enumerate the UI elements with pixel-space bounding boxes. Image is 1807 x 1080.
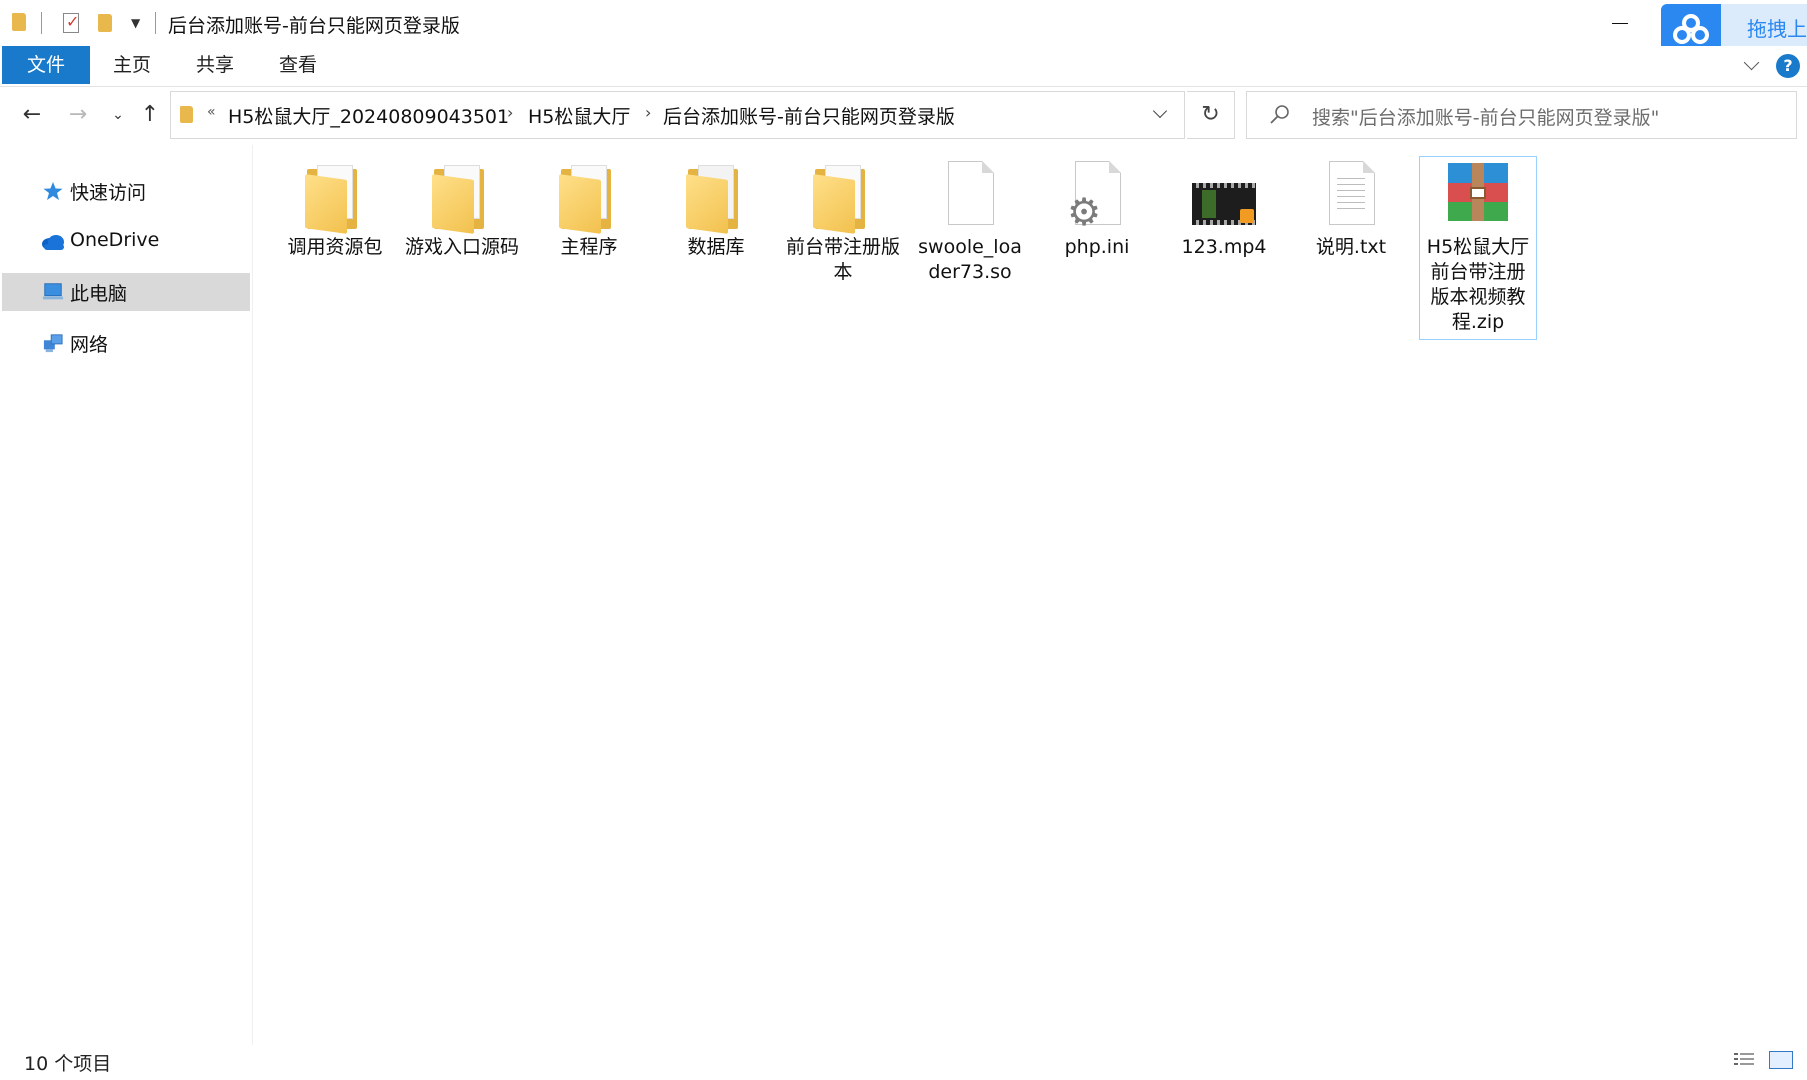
breadcrumb-overflow[interactable]: «: [207, 104, 216, 120]
file-item-zip[interactable]: H5松鼠大厅前台带注册版本视频教程.zip: [1419, 156, 1537, 340]
file-name: H5松鼠大厅前台带注册版本视频教程.zip: [1426, 236, 1530, 333]
folder-icon: [684, 161, 748, 234]
baidu-cloud-icon: [1673, 14, 1709, 44]
toolbar-divider: [155, 12, 156, 34]
file-item-folder[interactable]: 前台带注册版本: [784, 157, 902, 285]
toolbar-divider: [41, 12, 42, 34]
folder-icon: [180, 106, 193, 123]
window-title: 后台添加账号-前台只能网页登录版: [168, 15, 460, 37]
tab-file[interactable]: 文件: [2, 46, 90, 84]
forward-arrow-icon[interactable]: →: [62, 99, 94, 131]
file-list: 调用资源包 游戏入口源码 主程序 数据库 前台带注册版本 swoole_load…: [253, 145, 1807, 1045]
navigation-pane: 快速访问 OneDrive 此电脑 网络: [0, 145, 253, 1045]
file-name: 主程序: [560, 236, 618, 258]
folder-icon: [557, 161, 621, 234]
video-file-icon: [1192, 161, 1256, 233]
status-bar: 10 个项目: [0, 1045, 1807, 1080]
file-item-folder[interactable]: 主程序: [530, 157, 648, 260]
file-name: 123.mp4: [1181, 236, 1267, 258]
star-icon: [43, 182, 63, 200]
config-file-gear-icon: ⚙: [1065, 161, 1129, 233]
sidebar-item-label: 快速访问: [70, 182, 147, 204]
refresh-icon[interactable]: ↻: [1187, 91, 1235, 139]
sidebar-item-quick-access[interactable]: 快速访问: [2, 172, 250, 210]
network-icon: [43, 334, 63, 353]
back-arrow-icon[interactable]: ←: [16, 99, 48, 131]
navigation-bar: ← → ⌄ ↑ « H5松鼠大厅_20240809043501 › H5松鼠大厅…: [0, 87, 1807, 145]
minimize-button[interactable]: [1605, 10, 1635, 36]
file-name: 游戏入口源码: [405, 236, 520, 258]
breadcrumb-item[interactable]: H5松鼠大厅_20240809043501: [228, 102, 509, 129]
search-input[interactable]: 搜索"后台添加账号-前台只能网页登录版": [1246, 91, 1797, 139]
address-bar[interactable]: « H5松鼠大厅_20240809043501 › H5松鼠大厅 › 后台添加账…: [170, 91, 1185, 139]
cloud-icon: [42, 235, 64, 250]
archive-file-icon: [1446, 161, 1510, 233]
expand-ribbon-chevron-icon[interactable]: [1740, 54, 1764, 76]
breadcrumb-item[interactable]: 后台添加账号-前台只能网页登录版: [663, 102, 955, 129]
folder-icon: [811, 161, 875, 234]
new-folder-icon[interactable]: [98, 14, 112, 32]
sidebar-item-onedrive[interactable]: OneDrive: [2, 223, 250, 261]
folder-icon: [303, 161, 367, 234]
blank-file-icon: [938, 161, 1002, 233]
details-view-icon[interactable]: [1733, 1051, 1755, 1069]
computer-icon: [42, 283, 64, 300]
file-name: 前台带注册版本: [786, 236, 901, 283]
address-history-dropdown-icon[interactable]: [1149, 104, 1173, 128]
file-item-txt[interactable]: 说明.txt: [1292, 157, 1410, 260]
file-name: 数据库: [687, 236, 745, 258]
help-icon[interactable]: ?: [1776, 54, 1800, 78]
folder-icon: [430, 161, 494, 234]
sidebar-item-label: 此电脑: [70, 283, 128, 305]
search-placeholder: 搜索"后台添加账号-前台只能网页登录版": [1312, 107, 1660, 129]
breadcrumb-chevron-icon[interactable]: ›: [507, 103, 513, 122]
title-bar: ▼ 后台添加账号-前台只能网页登录版 拖拽上: [0, 0, 1807, 54]
sidebar-item-this-pc[interactable]: 此电脑: [2, 273, 250, 311]
search-icon: [1270, 105, 1289, 124]
file-item-ini[interactable]: ⚙ php.ini: [1038, 157, 1156, 260]
breadcrumb-item[interactable]: H5松鼠大厅: [528, 102, 630, 129]
tab-share[interactable]: 共享: [183, 46, 247, 84]
large-icons-view-icon[interactable]: [1769, 1051, 1793, 1069]
file-item-video[interactable]: 123.mp4: [1165, 157, 1283, 260]
file-item-folder[interactable]: 数据库: [657, 157, 775, 260]
breadcrumb-chevron-icon[interactable]: ›: [645, 103, 651, 122]
up-arrow-icon[interactable]: ↑: [134, 99, 166, 131]
sidebar-item-label: OneDrive: [70, 229, 160, 251]
file-name: php.ini: [1064, 236, 1130, 258]
recent-locations-chevron-icon[interactable]: ⌄: [102, 99, 134, 131]
ribbon-tabs: 文件 主页 共享 查看 ?: [0, 46, 1807, 87]
file-name: 调用资源包: [287, 236, 383, 258]
properties-check-icon[interactable]: [63, 12, 79, 33]
tab-view[interactable]: 查看: [266, 46, 330, 84]
text-file-icon: [1319, 161, 1383, 233]
file-name: swoole_loader73.so: [918, 236, 1022, 283]
sidebar-item-label: 网络: [70, 334, 109, 356]
customize-toolbar-dropdown-icon[interactable]: ▼: [131, 16, 140, 30]
item-count: 10 个项目: [24, 1053, 112, 1075]
tab-home[interactable]: 主页: [100, 46, 164, 84]
file-item-so[interactable]: swoole_loader73.so: [911, 157, 1029, 285]
folder-icon: [12, 13, 26, 31]
file-name: 说明.txt: [1315, 236, 1387, 258]
file-item-folder[interactable]: 游戏入口源码: [403, 157, 521, 260]
sidebar-item-network[interactable]: 网络: [2, 324, 250, 362]
file-item-folder[interactable]: 调用资源包: [276, 157, 394, 260]
